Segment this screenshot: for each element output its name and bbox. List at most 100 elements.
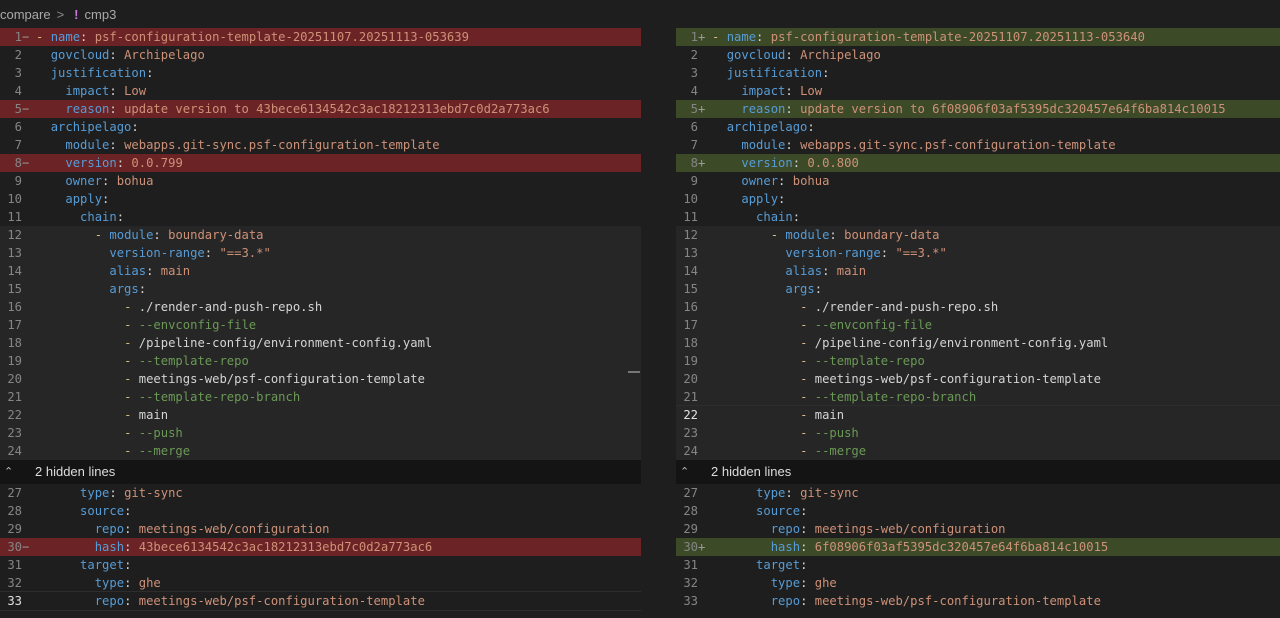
line-number: 4 — [14, 84, 22, 98]
code-line[interactable]: 13 version-range: "==3.*" — [0, 244, 641, 262]
code-text: - --template-repo-branch — [800, 390, 977, 404]
code-line[interactable]: 10 apply: — [676, 190, 1280, 208]
code-line[interactable]: 18 - /pipeline-config/environment-config… — [0, 334, 641, 352]
code-line[interactable]: 9 owner: bohua — [0, 172, 641, 190]
code-line[interactable]: 4 impact: Low — [676, 82, 1280, 100]
code-line[interactable]: 27 type: git-sync — [0, 484, 641, 502]
code-line[interactable]: 5− reason: update version to 43bece61345… — [0, 100, 641, 118]
code-line[interactable]: 1 + - name: psf-configuration-template-202… — [676, 28, 1280, 46]
line-number: 30 — [7, 540, 22, 554]
code-line[interactable]: 21 - --template-repo-branch — [676, 388, 1280, 406]
line-number: 1 — [690, 30, 698, 44]
code-text: archipelago: — [50, 120, 139, 134]
breadcrumb-file[interactable]: cmp3 — [85, 7, 117, 22]
code-line[interactable]: 3 justification: — [676, 64, 1280, 82]
code-line[interactable]: 19 - --template-repo — [676, 352, 1280, 370]
code-line[interactable]: 18 - /pipeline-config/environment-config… — [676, 334, 1280, 352]
code-line[interactable]: 12 - module: boundary-data — [0, 226, 641, 244]
code-line[interactable]: 12 - module: boundary-data — [676, 226, 1280, 244]
code-line[interactable]: 10 apply: — [0, 190, 641, 208]
code-line[interactable]: 33 repo: meetings-web/psf-configuration-… — [0, 591, 641, 611]
code-line[interactable]: 23 - --push — [0, 424, 641, 442]
unfold-icon[interactable]: ⌃ — [4, 460, 13, 484]
code-text: alias: main — [109, 264, 191, 278]
code-line[interactable]: 9 owner: bohua — [676, 172, 1280, 190]
code-line[interactable]: 30− hash: 43bece6134542c3ac18212313ebd7c… — [0, 538, 641, 556]
code-line[interactable]: 23 - --push — [676, 424, 1280, 442]
line-number: 24 — [7, 444, 22, 458]
code-line[interactable]: 7 module: webapps.git-sync.psf-configura… — [676, 136, 1280, 154]
code-line[interactable]: 29 repo: meetings-web/configuration — [676, 520, 1280, 538]
code-line[interactable]: 28 source: — [676, 502, 1280, 520]
line-number: 31 — [7, 558, 22, 572]
line-number: 32 — [683, 576, 698, 590]
code-line[interactable]: 29 repo: meetings-web/configuration — [0, 520, 641, 538]
line-number: 13 — [7, 246, 22, 260]
code-line[interactable]: 15 args: — [0, 280, 641, 298]
code-line[interactable]: 20 - meetings-web/psf-configuration-temp… — [0, 370, 641, 388]
code-line[interactable]: 19 - --template-repo — [0, 352, 641, 370]
modified-editor-pane[interactable]: 1 + - name: psf-configuration-template-202… — [676, 28, 1280, 618]
code-line[interactable]: 31 target: — [676, 556, 1280, 574]
code-line[interactable]: 33 repo: meetings-web/psf-configuration-… — [676, 592, 1280, 610]
line-number: 19 — [7, 354, 22, 368]
right-top-lines: 1 + - name: psf-configuration-template-202… — [676, 28, 1280, 460]
original-editor-pane[interactable]: 1− - name: psf-configuration-template-202… — [0, 28, 641, 618]
code-line[interactable]: 14 alias: main — [0, 262, 641, 280]
code-line[interactable]: 32 type: ghe — [0, 574, 641, 592]
code-text: version-range: "==3.*" — [109, 246, 271, 260]
code-line[interactable]: 21 - --template-repo-branch — [0, 388, 641, 406]
code-text: - ./render-and-push-repo.sh — [124, 300, 323, 314]
code-line[interactable]: 2 govcloud: Archipelago — [0, 46, 641, 64]
code-line[interactable]: 27 type: git-sync — [676, 484, 1280, 502]
chevron-right-icon: > — [56, 6, 65, 22]
breadcrumb-root[interactable]: compare — [0, 7, 51, 22]
code-text: version: 0.0.800 — [741, 156, 859, 170]
code-line[interactable]: 6 archipelago: — [676, 118, 1280, 136]
right-bottom-lines: 27 type: git-sync 28 source: 29 repo: meet… — [676, 484, 1280, 610]
line-number: 30 — [683, 540, 698, 554]
code-line[interactable]: 24 - --merge — [0, 442, 641, 460]
code-text: module: webapps.git-sync.psf-configurati… — [741, 138, 1116, 152]
code-line[interactable]: 20 - meetings-web/psf-configuration-temp… — [676, 370, 1280, 388]
code-line[interactable]: 6 archipelago: — [0, 118, 641, 136]
code-line[interactable]: 11 chain: — [676, 208, 1280, 226]
code-line[interactable]: 32 type: ghe — [676, 574, 1280, 592]
line-number: 21 — [7, 390, 22, 404]
code-line[interactable]: 30 + hash: 6f08906f03af5395dc320457e64f6b… — [676, 538, 1280, 556]
code-line[interactable]: 17 - --envconfig-file — [676, 316, 1280, 334]
code-line[interactable]: 2 govcloud: Archipelago — [676, 46, 1280, 64]
line-number: 27 — [683, 486, 698, 500]
code-line[interactable]: 1− - name: psf-configuration-template-202… — [0, 28, 641, 46]
hidden-lines-bar-right[interactable]: ⌃ 2 hidden lines — [676, 460, 1280, 484]
code-text: - --merge — [124, 444, 191, 458]
line-number: 5 — [14, 102, 22, 116]
code-line[interactable]: 16 - ./render-and-push-repo.sh — [676, 298, 1280, 316]
code-line[interactable]: 17 - --envconfig-file — [0, 316, 641, 334]
code-line[interactable]: 8 + version: 0.0.800 — [676, 154, 1280, 172]
code-line[interactable]: 31 target: — [0, 556, 641, 574]
scrollbar-thumb[interactable] — [628, 371, 640, 373]
line-number: 18 — [683, 336, 698, 350]
unfold-icon[interactable]: ⌃ — [680, 460, 689, 484]
line-number: 32 — [7, 576, 22, 590]
code-line[interactable]: 14 alias: main — [676, 262, 1280, 280]
code-text: chain: — [80, 210, 125, 224]
code-line[interactable]: 22 - main — [676, 405, 1280, 425]
code-line[interactable]: 11 chain: — [0, 208, 641, 226]
code-line[interactable]: 24 - --merge — [676, 442, 1280, 460]
hidden-lines-bar-left[interactable]: ⌃ 2 hidden lines — [0, 460, 641, 484]
code-line[interactable]: 15 args: — [676, 280, 1280, 298]
line-number: 9 — [690, 174, 698, 188]
code-line[interactable]: 7 module: webapps.git-sync.psf-configura… — [0, 136, 641, 154]
code-line[interactable]: 5 + reason: update version to 6f08906f03a… — [676, 100, 1280, 118]
code-line[interactable]: 28 source: — [0, 502, 641, 520]
code-text: - ./render-and-push-repo.sh — [800, 300, 999, 314]
code-line[interactable]: 22 - main — [0, 406, 641, 424]
code-line[interactable]: 3 justification: — [0, 64, 641, 82]
line-number: 20 — [683, 372, 698, 386]
code-line[interactable]: 13 version-range: "==3.*" — [676, 244, 1280, 262]
code-line[interactable]: 8− version: 0.0.799 — [0, 154, 641, 172]
code-line[interactable]: 4 impact: Low — [0, 82, 641, 100]
code-line[interactable]: 16 - ./render-and-push-repo.sh — [0, 298, 641, 316]
